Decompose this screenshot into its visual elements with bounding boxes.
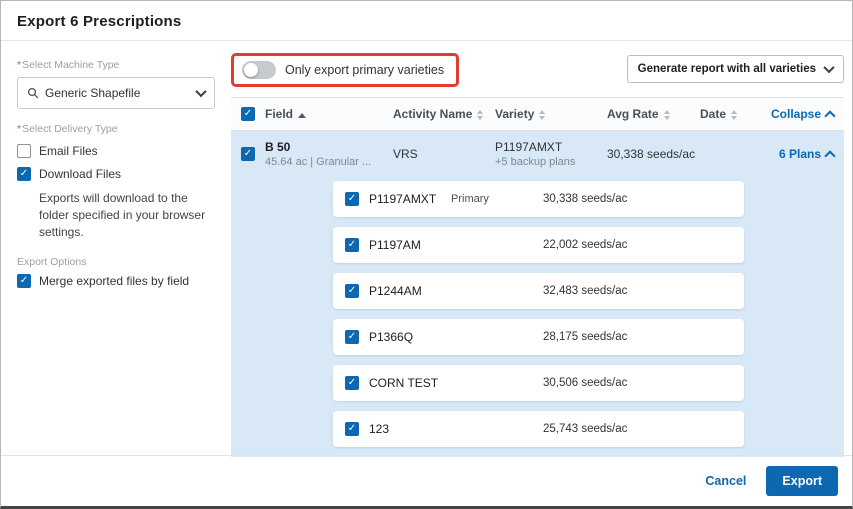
primary-varieties-toggle[interactable] xyxy=(242,61,276,79)
merge-files-checkbox[interactable] xyxy=(17,274,31,288)
chevron-down-icon xyxy=(823,62,834,73)
download-note: Exports will download to the folder spec… xyxy=(39,190,207,240)
activity-name: VRS xyxy=(393,147,495,161)
header-date[interactable]: Date xyxy=(700,107,760,121)
email-files-row: Email Files xyxy=(17,144,215,158)
field-subtext: 45.64 ac | Granular ... xyxy=(265,156,393,168)
main-panel: Only export primary varieties Generate r… xyxy=(231,51,844,455)
header-avg-rate[interactable]: Avg Rate xyxy=(607,107,700,121)
merge-files-label: Merge exported files by field xyxy=(39,274,189,288)
row-checkbox[interactable] xyxy=(241,147,255,161)
toolbar: Only export primary varieties Generate r… xyxy=(231,53,844,87)
sort-icon xyxy=(664,110,670,120)
plan-row: CORN TEST 30,506 seeds/ac xyxy=(333,365,744,401)
header-variety[interactable]: Variety xyxy=(495,107,607,121)
table-header-row: Field Activity Name Variety Avg Rate Dat… xyxy=(231,97,844,131)
cancel-button[interactable]: Cancel xyxy=(705,474,746,488)
header-activity-label: Activity Name xyxy=(393,107,472,121)
plan-checkbox[interactable] xyxy=(345,422,359,436)
plan-rate: 25,743 seeds/ac xyxy=(543,423,627,435)
download-files-label: Download Files xyxy=(39,167,121,181)
plan-name: 123 xyxy=(369,422,451,436)
email-files-checkbox[interactable] xyxy=(17,144,31,158)
plan-row: P1197AMXT Primary 30,338 seeds/ac xyxy=(333,181,744,217)
plan-row: P1197AM 22,002 seeds/ac xyxy=(333,227,744,263)
download-files-row: Download Files xyxy=(17,167,215,181)
variety-name: P1197AMXT xyxy=(495,140,607,154)
report-dropdown-label: Generate report with all varieties xyxy=(638,63,816,75)
export-dialog: Export 6 Prescriptions *Select Machine T… xyxy=(0,0,853,509)
required-asterisk: * xyxy=(17,123,21,135)
dialog-footer: Cancel Export xyxy=(1,455,852,506)
report-dropdown[interactable]: Generate report with all varieties xyxy=(627,55,844,83)
plan-row: P1366Q 28,175 seeds/ac xyxy=(333,319,744,355)
plans-toggle[interactable]: 6 Plans xyxy=(779,147,834,161)
field-name: B 50 xyxy=(265,140,393,154)
download-files-checkbox[interactable] xyxy=(17,167,31,181)
primary-varieties-label: Only export primary varieties xyxy=(285,63,444,77)
sort-icon xyxy=(477,110,483,120)
avg-rate: 30,338 seeds/ac xyxy=(607,147,700,161)
plan-name: P1244AM xyxy=(369,284,451,298)
plan-rate: 32,483 seeds/ac xyxy=(543,285,627,297)
plan-tag: Primary xyxy=(451,193,543,205)
header-date-label: Date xyxy=(700,107,726,121)
merge-files-row: Merge exported files by field xyxy=(17,274,215,288)
dialog-body: *Select Machine Type Generic Shapefile *… xyxy=(1,41,852,455)
plan-name: P1197AM xyxy=(369,238,451,252)
field-row: B 50 45.64 ac | Granular ... VRS P1197AM… xyxy=(231,131,844,177)
plan-rate: 30,506 seeds/ac xyxy=(543,377,627,389)
export-button[interactable]: Export xyxy=(766,466,838,496)
export-options-label: Export Options xyxy=(17,256,215,268)
email-files-label: Email Files xyxy=(39,144,98,158)
machine-type-select[interactable]: Generic Shapefile xyxy=(17,77,215,109)
sort-icon xyxy=(539,110,545,120)
variety-subtext: +5 backup plans xyxy=(495,156,607,168)
machine-type-label: *Select Machine Type xyxy=(17,59,215,71)
sort-icon xyxy=(731,110,737,120)
required-asterisk: * xyxy=(17,59,21,71)
collapse-button[interactable]: Collapse xyxy=(771,107,834,121)
delivery-type-label: *Select Delivery Type xyxy=(17,123,215,135)
toggle-knob xyxy=(244,63,258,77)
dialog-header: Export 6 Prescriptions xyxy=(1,1,852,41)
plans-area: P1197AMXT Primary 30,338 seeds/ac P1197A… xyxy=(231,177,844,457)
chevron-down-icon xyxy=(195,86,206,97)
sidebar: *Select Machine Type Generic Shapefile *… xyxy=(17,51,215,455)
chevron-up-icon xyxy=(824,110,835,121)
machine-type-value: Generic Shapefile xyxy=(45,86,191,100)
machine-type-label-text: Select Machine Type xyxy=(22,59,119,71)
header-field-label: Field xyxy=(265,107,293,121)
plan-rate: 22,002 seeds/ac xyxy=(543,239,627,251)
plan-row: P1244AM 32,483 seeds/ac xyxy=(333,273,744,309)
collapse-label: Collapse xyxy=(771,107,821,121)
page-title: Export 6 Prescriptions xyxy=(17,13,836,30)
header-activity-name[interactable]: Activity Name xyxy=(393,107,495,121)
plan-name: P1366Q xyxy=(369,330,451,344)
plan-checkbox[interactable] xyxy=(345,192,359,206)
search-icon xyxy=(27,87,39,99)
chevron-up-icon xyxy=(824,150,835,161)
select-all-checkbox[interactable] xyxy=(241,107,255,121)
prescriptions-table: Field Activity Name Variety Avg Rate Dat… xyxy=(231,97,844,457)
sort-ascending-icon xyxy=(298,113,306,118)
delivery-type-label-text: Select Delivery Type xyxy=(22,123,118,135)
plan-name: CORN TEST xyxy=(369,376,451,390)
plan-rate: 28,175 seeds/ac xyxy=(543,331,627,343)
plan-checkbox[interactable] xyxy=(345,330,359,344)
annotation-box: Only export primary varieties xyxy=(231,53,459,87)
plan-checkbox[interactable] xyxy=(345,284,359,298)
plans-toggle-label: 6 Plans xyxy=(779,147,821,161)
plan-row: 123 25,743 seeds/ac xyxy=(333,411,744,447)
header-field[interactable]: Field xyxy=(265,107,393,121)
plan-checkbox[interactable] xyxy=(345,376,359,390)
header-avg-rate-label: Avg Rate xyxy=(607,107,659,121)
plan-rate: 30,338 seeds/ac xyxy=(543,193,627,205)
plan-checkbox[interactable] xyxy=(345,238,359,252)
header-variety-label: Variety xyxy=(495,107,534,121)
plan-name: P1197AMXT xyxy=(369,192,451,206)
